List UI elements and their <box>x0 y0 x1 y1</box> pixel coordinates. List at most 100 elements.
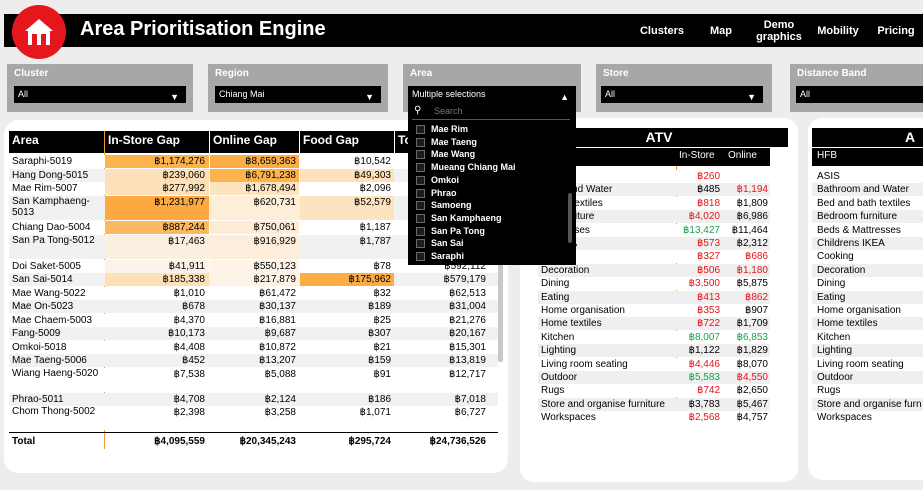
distance-band-filter-label: Distance Band <box>797 68 867 79</box>
area-select[interactable]: Multiple selections ▲ <box>408 86 576 103</box>
area-name: San Kamphaeng-5013 <box>12 196 90 218</box>
checkbox[interactable] <box>416 213 425 223</box>
checkbox[interactable] <box>416 150 425 160</box>
total-gap-value: ฿7,018 <box>454 394 486 405</box>
area-option[interactable]: Saraphi <box>416 251 566 263</box>
area-name: Mae Taeng-5006 <box>12 355 87 366</box>
col-online-gap[interactable]: Online Gap <box>210 131 299 153</box>
total-food: ฿295,724 <box>348 436 391 447</box>
area-option[interactable]: Mueang Chiang Mai <box>416 162 566 174</box>
food-gap-value: ฿91 <box>373 369 392 380</box>
food-gap-value: ฿186 <box>367 394 391 405</box>
distance-band-select[interactable]: All <box>796 86 923 103</box>
hfb-category: Rugs <box>817 385 841 397</box>
cluster-filter-label: Cluster <box>14 68 49 79</box>
area-option-label: Phrao <box>431 187 457 198</box>
atv-online-value: ฿11,464 <box>731 224 768 236</box>
atv-instore-value: ฿353 <box>696 305 720 316</box>
nav-mobility[interactable]: Mobility <box>812 14 864 47</box>
area-option[interactable]: Mae Wang <box>416 149 566 161</box>
area-name: Hang Dong-5015 <box>12 170 89 181</box>
cluster-select[interactable]: All ▼ <box>14 86 186 103</box>
area-option[interactable]: San Kamphaeng <box>416 213 566 225</box>
home-logo-icon[interactable] <box>12 5 66 59</box>
instore-gap-value: ฿10,173 <box>168 328 205 339</box>
food-gap-value: ฿25 <box>373 315 392 326</box>
instore-gap-value: ฿277,992 <box>162 183 205 194</box>
hfb-category: Bathroom and Water <box>817 184 909 196</box>
area-option[interactable]: San Sai <box>416 238 566 250</box>
total-gap-value: ฿31,004 <box>449 301 486 312</box>
atv-instore-value: ฿3,783 <box>688 398 720 410</box>
atv-col-instore[interactable]: In-Store <box>679 150 715 161</box>
area-option[interactable]: San Pa Tong <box>416 226 566 238</box>
atv-online-value: ฿1,709 <box>736 318 768 330</box>
store-filter: Store All ▼ <box>596 64 772 112</box>
checkbox[interactable] <box>416 188 425 198</box>
checkbox[interactable] <box>416 175 425 185</box>
checkbox[interactable] <box>416 239 425 249</box>
atv-online-value: ฿907 <box>744 305 768 316</box>
checkbox[interactable] <box>416 163 425 173</box>
checkbox[interactable] <box>416 226 425 236</box>
store-select[interactable]: All ▼ <box>601 86 763 103</box>
nav-map[interactable]: Map <box>700 14 742 47</box>
online-gap-value: ฿9,687 <box>264 328 296 339</box>
food-gap-value: ฿32 <box>373 288 392 299</box>
hfb-category: Bed and bath textiles <box>817 197 911 209</box>
atv-category: Lighting <box>541 345 577 357</box>
dropdown-scrollbar[interactable] <box>568 193 572 243</box>
area-option[interactable]: Mae Rim <box>416 124 566 136</box>
hfb-category: Cooking <box>817 251 854 263</box>
area-option[interactable]: Samoeng <box>416 200 566 212</box>
hfb-category: Home organisation <box>817 305 901 316</box>
checkbox[interactable] <box>416 201 425 211</box>
hfb-category: Dining <box>817 278 846 290</box>
atv-online-value: ฿862 <box>744 291 768 303</box>
atv-online-value: ฿2,312 <box>736 238 768 249</box>
atv-instore-value: ฿4,446 <box>688 358 720 370</box>
online-gap-value: ฿750,061 <box>253 222 296 233</box>
atv-instore-value: ฿818 <box>696 197 720 209</box>
area-search-input[interactable]: ⚲ Search <box>412 105 570 120</box>
online-gap-value: ฿550,123 <box>253 261 296 272</box>
atv-online-value: ฿5,467 <box>736 398 768 410</box>
total-total: ฿24,736,526 <box>429 436 486 447</box>
instore-gap-value: ฿1,010 <box>173 288 205 299</box>
area-option[interactable]: Omkoi <box>416 175 566 187</box>
region-select[interactable]: Chiang Mai ▼ <box>215 86 381 103</box>
area-option-label: San Sai <box>431 238 464 249</box>
online-gap-value: ฿3,258 <box>264 407 296 418</box>
atv-col-online[interactable]: Online <box>728 150 757 161</box>
food-gap-value: ฿307 <box>367 328 391 339</box>
nav-pricing[interactable]: Pricing <box>870 14 922 47</box>
nav-clusters[interactable]: Clusters <box>632 14 692 47</box>
atv-instore-value: ฿8,007 <box>688 331 720 343</box>
area-option[interactable]: Mae Taeng <box>416 137 566 149</box>
col-area[interactable]: Area <box>9 131 104 153</box>
instore-gap-value: ฿4,708 <box>173 394 205 405</box>
checkbox[interactable] <box>416 125 425 134</box>
search-icon: ⚲ <box>414 105 422 116</box>
store-select-value: All <box>605 89 616 99</box>
cluster-filter: Cluster All ▼ <box>7 64 193 112</box>
hfb-category: Decoration <box>817 264 866 276</box>
col-food-gap[interactable]: Food Gap <box>300 131 394 153</box>
atv-instore-value: ฿2,568 <box>688 412 720 424</box>
col-instore-gap[interactable]: In-Store Gap <box>105 131 209 153</box>
area-option[interactable]: Phrao <box>416 188 566 200</box>
hfb-col-header[interactable]: HFB <box>817 150 837 161</box>
hfb-title: A <box>905 129 916 145</box>
atv-category: Eating <box>541 291 570 303</box>
area-filter-label: Area <box>410 68 433 79</box>
instore-gap-value: ฿1,174,276 <box>154 156 205 167</box>
total-online: ฿20,345,243 <box>239 436 296 447</box>
atv-instore-value: ฿506 <box>696 264 720 276</box>
atv-online-value: ฿1,194 <box>736 184 768 196</box>
checkbox[interactable] <box>416 137 425 147</box>
online-gap-value: ฿916,929 <box>253 236 296 247</box>
checkbox[interactable] <box>416 252 425 261</box>
nav-demographics[interactable]: Demo graphics <box>752 14 806 47</box>
atv-instore-value: ฿327 <box>696 251 720 263</box>
online-gap-value: ฿6,791,238 <box>245 170 296 181</box>
